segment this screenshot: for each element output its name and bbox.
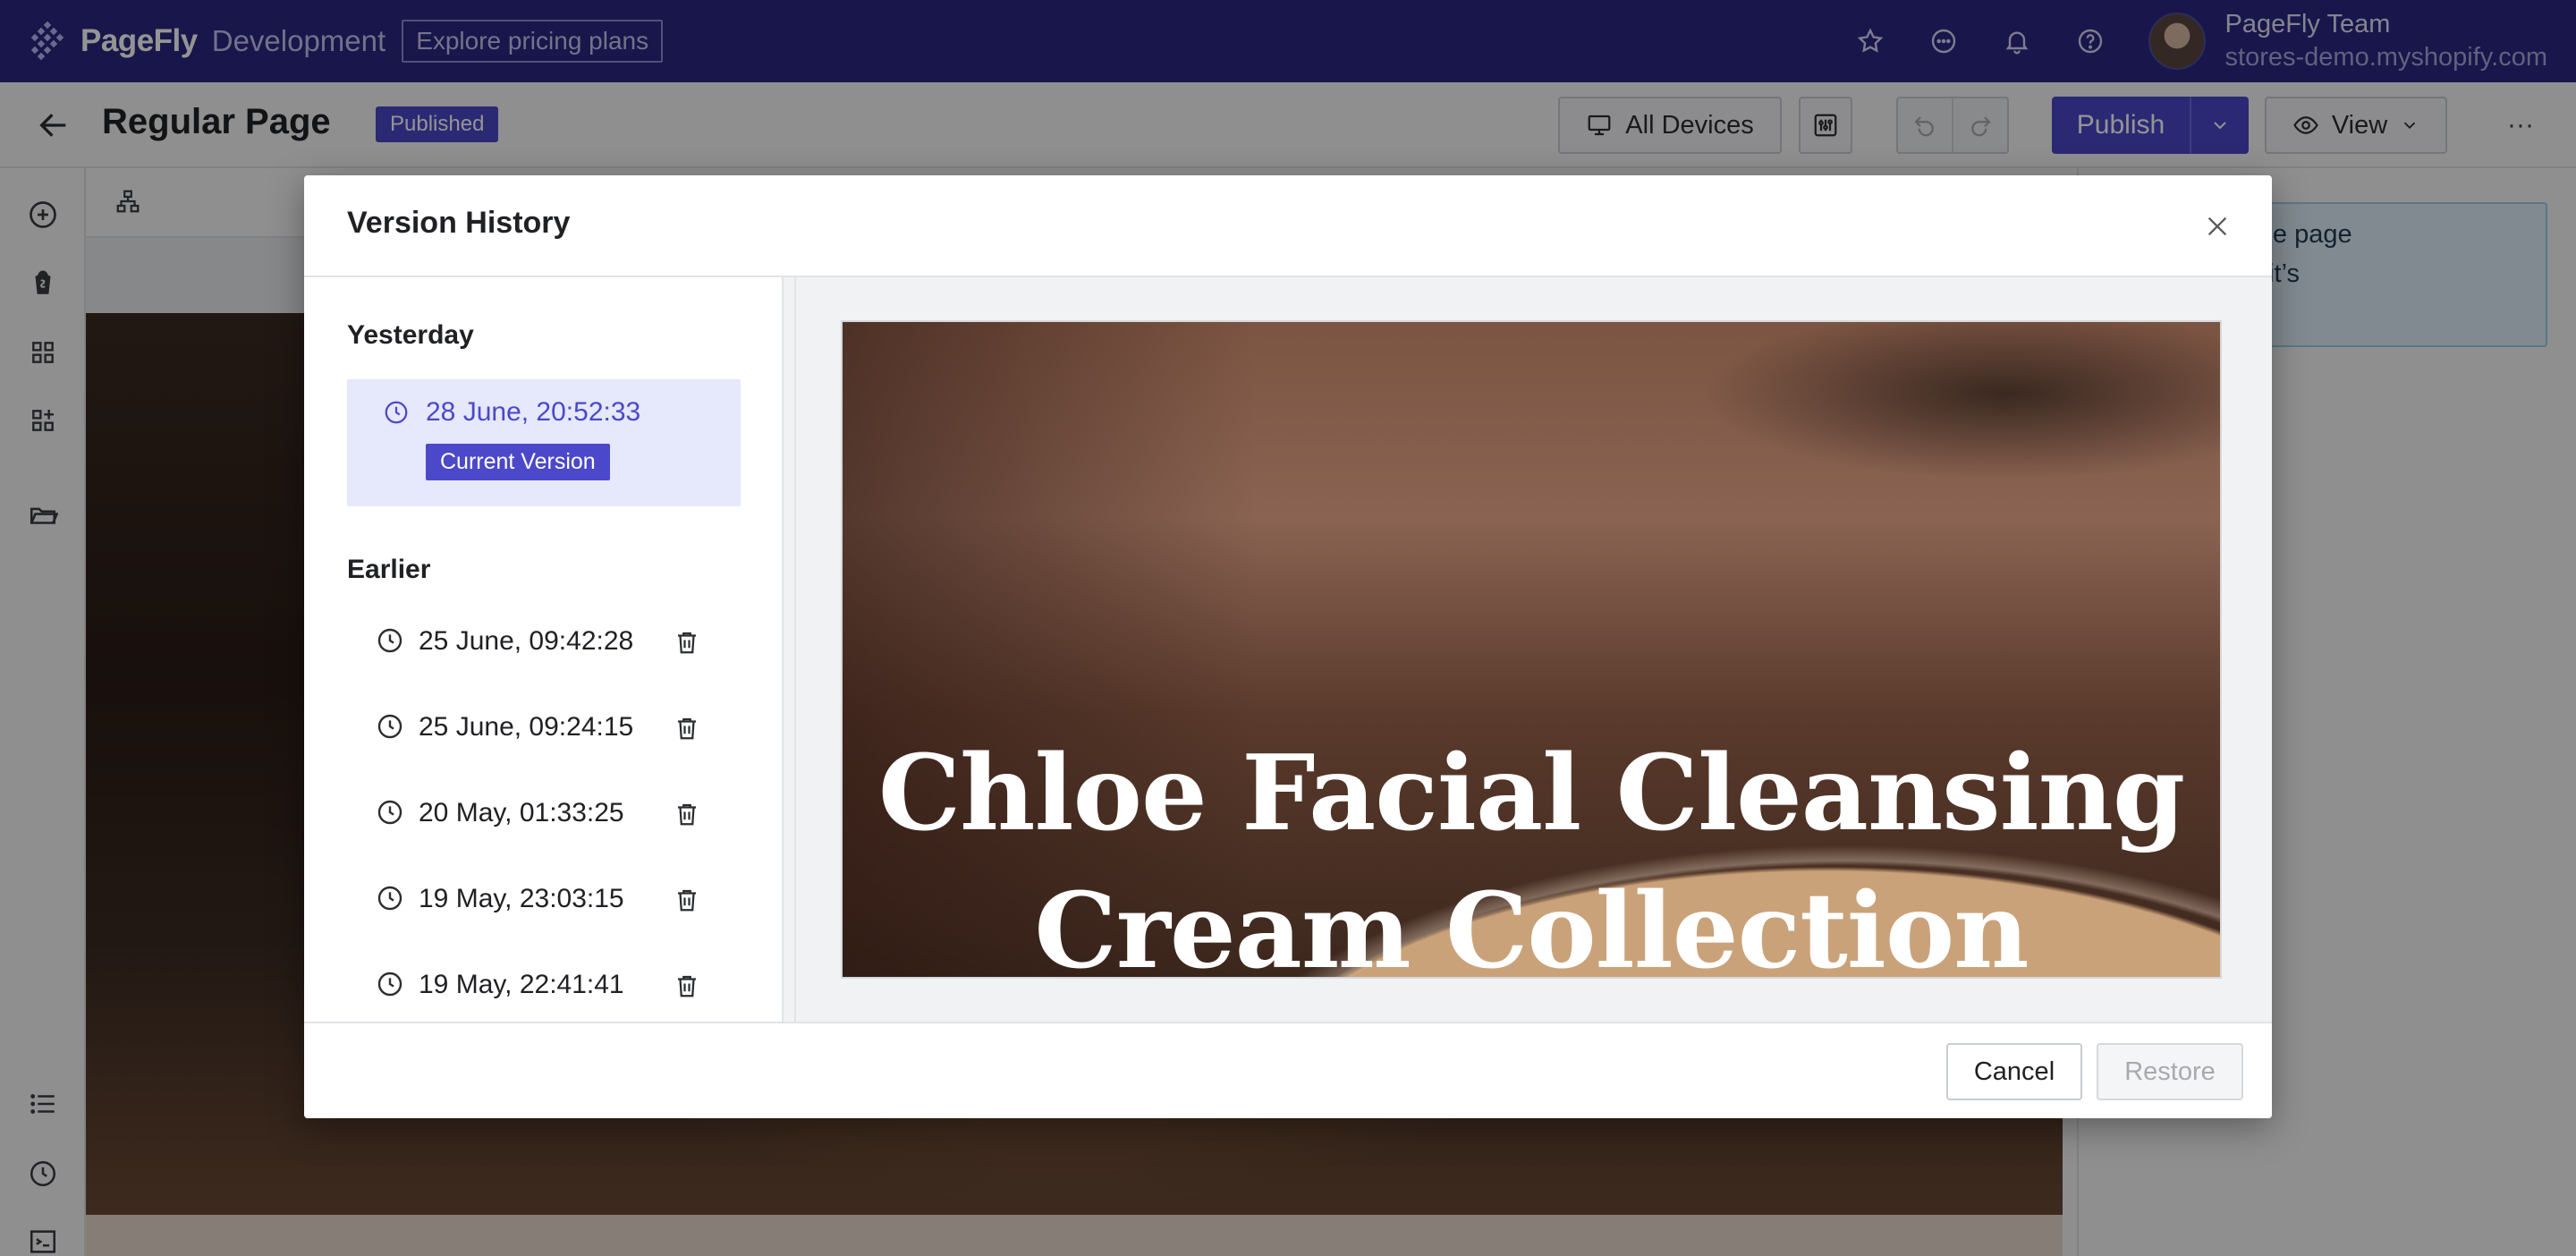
- clock-icon: [383, 399, 410, 430]
- version-list: Yesterday 28 June, 20:52:33 Current Vers…: [304, 277, 782, 1022]
- clock-icon: [376, 712, 404, 745]
- preview-headline-line: Chloe Facial Cleansing: [877, 733, 2185, 854]
- section-heading-yesterday: Yesterday: [347, 320, 474, 350]
- current-version-item[interactable]: 28 June, 20:52:33 Current Version: [347, 379, 741, 506]
- modal-footer: Cancel Restore: [304, 1022, 2272, 1118]
- version-preview-frame: Chloe Facial Cleansing Cream Collection: [841, 320, 2222, 979]
- clock-icon: [376, 626, 404, 659]
- current-version-badge: Current Version: [426, 444, 610, 480]
- version-item[interactable]: 25 June, 09:24:15: [347, 691, 741, 768]
- version-item[interactable]: 19 May, 22:41:41: [347, 948, 741, 1022]
- clock-icon: [376, 884, 404, 917]
- modal-header: Version History: [304, 175, 2272, 277]
- clock-icon: [376, 798, 404, 831]
- trash-icon[interactable]: [669, 710, 705, 746]
- modal-title: Version History: [347, 206, 571, 240]
- clock-icon: [376, 970, 404, 1003]
- restore-button[interactable]: Restore: [2097, 1043, 2243, 1100]
- version-history-modal: Version History Yesterday 28 June, 20:52…: [304, 175, 2272, 1118]
- version-time: 28 June, 20:52:33: [426, 397, 641, 427]
- preview-headline: Chloe Facial Cleansing Cream Collection: [843, 725, 2220, 979]
- modal-body: Yesterday 28 June, 20:52:33 Current Vers…: [304, 277, 2272, 1022]
- version-item[interactable]: 19 May, 23:03:15: [347, 862, 741, 939]
- version-item[interactable]: 20 May, 01:33:25: [347, 777, 741, 853]
- trash-icon[interactable]: [669, 968, 705, 1004]
- trash-icon[interactable]: [669, 882, 705, 918]
- close-icon[interactable]: [2199, 208, 2236, 245]
- trash-icon[interactable]: [669, 796, 705, 832]
- preview-headline-line: Cream Collection: [1034, 870, 2029, 979]
- version-preview-area: Chloe Facial Cleansing Cream Collection: [796, 277, 2272, 1022]
- version-time: 20 May, 01:33:25: [419, 798, 624, 827]
- version-time: 25 June, 09:42:28: [419, 626, 634, 656]
- version-time: 19 May, 23:03:15: [419, 884, 624, 913]
- list-scroll-divider: [782, 277, 796, 1022]
- section-heading-earlier: Earlier: [347, 555, 431, 584]
- version-time: 25 June, 09:24:15: [419, 712, 634, 742]
- version-time: 19 May, 22:41:41: [419, 970, 624, 999]
- version-item[interactable]: 25 June, 09:42:28: [347, 605, 741, 682]
- trash-icon[interactable]: [669, 624, 705, 660]
- cancel-button[interactable]: Cancel: [1946, 1043, 2082, 1100]
